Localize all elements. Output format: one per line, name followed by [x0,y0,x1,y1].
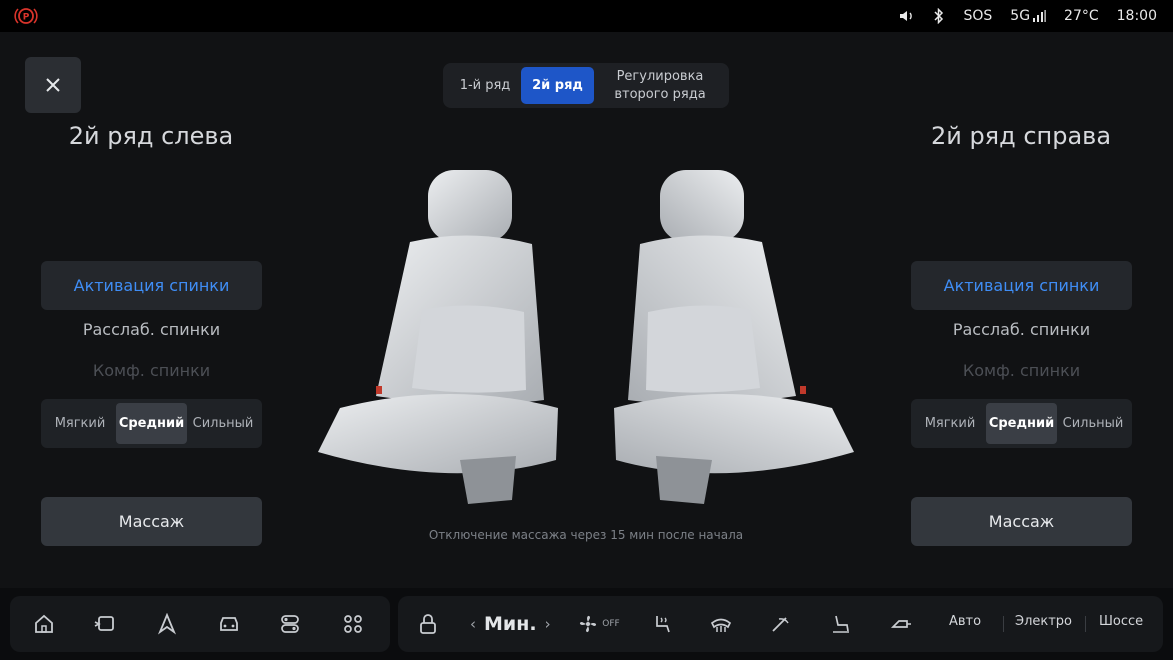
mode-divider [1085,616,1086,632]
left-intensity-selector: Мягкий Средний Сильный [41,399,262,448]
door-icon[interactable] [91,610,119,638]
lock-icon[interactable] [414,610,442,638]
left-comfort-backrest-option: Комф. спинки [92,361,211,380]
right-activate-backrest-button[interactable]: Активация спинки [911,261,1132,310]
tab-row1[interactable]: 1-й ряд [449,67,521,104]
left-panel-title: 2й ряд слева [68,122,234,150]
right-intensity-medium[interactable]: Средний [986,403,1057,444]
right-comfort-backrest-option: Комф. спинки [962,361,1081,380]
right-seat-image [614,170,854,504]
car-icon[interactable] [215,610,243,638]
right-relax-backrest-option[interactable]: Расслаб. спинки [911,320,1132,339]
fan-level-label: Мин. [484,613,537,635]
clock: 18:00 [1116,8,1157,24]
fan-off-icon[interactable]: OFF [574,610,622,638]
left-relax-backrest-option[interactable]: Расслаб. спинки [41,320,262,339]
mode-highway[interactable]: Шоссе [1099,614,1143,629]
volume-icon[interactable] [899,9,915,23]
fan-off-label: OFF [602,619,620,629]
outside-temperature: 27°C [1064,8,1099,24]
left-intensity-soft[interactable]: Мягкий [47,403,113,444]
left-intensity-strong[interactable]: Сильный [189,403,257,444]
right-intensity-selector: Мягкий Средний Сильный [911,399,1132,448]
apps-icon[interactable] [339,610,367,638]
seats-illustration [318,170,854,504]
network-status: 5G [1010,8,1046,24]
massage-timeout-note: Отключение массажа через 15 мин после на… [428,528,744,542]
right-panel-title: 2й ряд справа [930,122,1112,150]
status-bar: P SOS 5G 27°C 18:00 [0,0,1173,32]
close-icon [46,78,60,92]
home-icon[interactable] [30,610,58,638]
signal-icon [1033,10,1046,22]
sos-label[interactable]: SOS [963,8,992,24]
wiper-icon[interactable] [767,610,795,638]
fan-decrease-chevron-icon[interactable]: ‹ [470,615,476,633]
bottom-nav-left [10,596,390,652]
left-intensity-medium[interactable]: Средний [116,403,187,444]
bottom-climate-bar: ‹ Мин. › OFF Авто Электро Шоссе [398,596,1163,652]
mode-auto[interactable]: Авто [949,614,981,629]
fan-increase-chevron-icon[interactable]: › [545,615,551,633]
tab-row2[interactable]: 2й ряд [521,67,594,104]
right-intensity-soft[interactable]: Мягкий [917,403,983,444]
tab-second-row-adjust[interactable]: Регулировка второго ряда [603,67,717,104]
close-button[interactable] [25,57,81,113]
bottom-bar: ‹ Мин. › OFF Авто Электро Шоссе [0,588,1173,660]
right-massage-button[interactable]: Массаж [911,497,1132,546]
mirror-fold-icon[interactable] [887,610,915,638]
bluetooth-icon[interactable] [933,8,945,24]
seat-heat-icon[interactable] [648,610,676,638]
left-massage-button[interactable]: Массаж [41,497,262,546]
fan-level-control: ‹ Мин. › [462,612,559,636]
navigation-icon[interactable] [153,610,181,638]
network-label: 5G [1010,8,1031,24]
seat-adjust-icon[interactable] [827,610,855,638]
left-seat-image [318,170,558,504]
mode-electric[interactable]: Электро [1015,614,1072,629]
front-defrost-icon[interactable] [707,610,735,638]
toggle-controls-icon[interactable] [276,610,304,638]
row-tabs: 1-й ряд 2й ряд Регулировка второго ряда [443,63,729,108]
left-activate-backrest-button[interactable]: Активация спинки [41,261,262,310]
mode-divider [1003,616,1004,632]
parking-brake-icon: P [14,5,38,27]
right-intensity-strong[interactable]: Сильный [1059,403,1127,444]
svg-text:P: P [23,13,30,23]
